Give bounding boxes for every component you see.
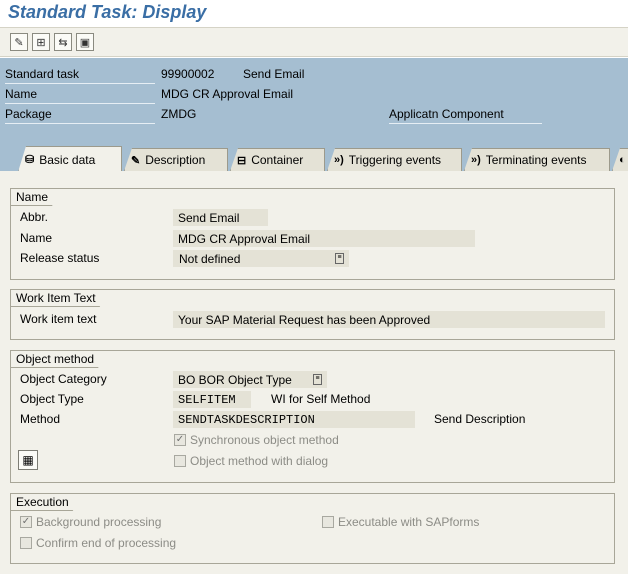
- header-name-value: MDG CR Approval Email: [161, 87, 294, 101]
- transfer-icon[interactable]: ⇆: [54, 33, 72, 51]
- execution-group: Execution ✓ Background processing Execut…: [10, 493, 615, 564]
- release-status-value: Not defined: [179, 252, 241, 266]
- tab-label: Basic data: [39, 152, 96, 167]
- sapforms-label: Executable with SAPforms: [338, 515, 480, 529]
- synchronous-label: Synchronous object method: [190, 433, 339, 447]
- dialog-checkbox[interactable]: Object method with dialog: [174, 453, 328, 469]
- container-icon: ⊟: [237, 154, 247, 167]
- tab-content-basic-data: Name Abbr. Send Email Name MDG CR Approv…: [0, 171, 628, 574]
- tab-terminating-events[interactable]: ») Terminating events: [464, 148, 610, 171]
- dropdown-icon[interactable]: ≡: [335, 253, 344, 264]
- detail-list-icon: ▦: [22, 453, 34, 467]
- release-status-dropdown[interactable]: Not defined ≡: [173, 250, 349, 267]
- page-title: Standard Task: Display: [8, 2, 207, 22]
- abbr-label: Abbr.: [20, 210, 49, 224]
- confirm-end-label: Confirm end of processing: [36, 536, 177, 550]
- edit-pencil-icon[interactable]: ✎: [10, 33, 28, 51]
- empty-checkbox-icon: [322, 516, 334, 528]
- tab-overflow[interactable]: ◐: [612, 148, 628, 171]
- name-group: Name Abbr. Send Email Name MDG CR Approv…: [10, 188, 615, 280]
- app-component-label: Applicatn Component: [389, 106, 542, 124]
- dropdown-icon[interactable]: ≡: [313, 374, 322, 385]
- application-toolbar: ✎ ⊞ ⇆ ▣: [0, 27, 628, 57]
- abbr-field[interactable]: Send Email: [173, 209, 268, 226]
- object-method-group-title: Object method: [11, 351, 108, 368]
- work-item-text-group: Work Item Text Work item text Your SAP M…: [10, 289, 615, 340]
- package-label: Package: [5, 106, 155, 124]
- package-value: ZMDG: [161, 107, 197, 121]
- background-processing-checkbox[interactable]: ✓ Background processing: [20, 514, 161, 530]
- confirm-end-checkbox[interactable]: Confirm end of processing: [20, 535, 176, 551]
- object-type-field[interactable]: SELFITEM: [173, 391, 251, 408]
- work-item-text-label: Work item text: [20, 312, 97, 326]
- tab-basic-data[interactable]: ⛁ Basic data: [18, 146, 122, 172]
- tab-label: Description: [145, 153, 206, 167]
- empty-checkbox-icon: [20, 537, 32, 549]
- description-icon: ✎: [131, 154, 141, 167]
- name-group-title: Name: [11, 189, 62, 206]
- method-label: Method: [20, 412, 61, 426]
- tab-triggering-events[interactable]: ») Triggering events: [327, 148, 462, 171]
- object-category-value: BO BOR Object Type: [178, 373, 292, 387]
- triggering-events-icon: »): [334, 154, 344, 166]
- hierarchy-icon[interactable]: ⊞: [32, 33, 50, 51]
- object-details-button[interactable]: ▦: [18, 450, 38, 470]
- tab-description[interactable]: ✎ Description: [124, 148, 228, 171]
- sapforms-checkbox[interactable]: Executable with SAPforms: [322, 514, 479, 530]
- checkmark-icon: ✓: [174, 434, 186, 446]
- tab-container[interactable]: ⊟ Container: [230, 148, 325, 171]
- object-category-label: Object Category: [20, 372, 107, 386]
- object-method-group: Object method Object Category BO BOR Obj…: [10, 350, 615, 483]
- more-tabs-icon: ◐: [619, 154, 626, 166]
- background-processing-label: Background processing: [36, 515, 162, 529]
- dialog-label: Object method with dialog: [190, 454, 329, 468]
- empty-checkbox-icon: [174, 455, 186, 467]
- tab-label: Container: [251, 153, 304, 167]
- name-label: Name: [20, 231, 53, 245]
- tab-strip: ⛁ Basic data ✎ Description ⊟ Container »…: [0, 141, 628, 172]
- header-name-label: Name: [5, 86, 155, 104]
- name-field[interactable]: MDG CR Approval Email: [173, 230, 475, 247]
- terminating-events-icon: »): [471, 154, 481, 166]
- object-type-label: Object Type: [20, 392, 84, 406]
- checkmark-icon: ✓: [20, 516, 32, 528]
- work-item-text-field[interactable]: Your SAP Material Request has been Appro…: [173, 311, 605, 328]
- method-field[interactable]: SENDTASKDESCRIPTION: [173, 411, 415, 428]
- execution-group-title: Execution: [11, 494, 83, 511]
- basic-data-icon: ⛁: [25, 154, 35, 166]
- method-description: Send Description: [434, 412, 526, 426]
- standard-task-id: 99900002: [161, 67, 215, 81]
- task-header: Standard task 99900002 Send Email Name M…: [0, 58, 628, 141]
- standard-task-name: Send Email: [243, 67, 305, 81]
- document-icon[interactable]: ▣: [76, 33, 94, 51]
- object-type-description: WI for Self Method: [271, 392, 371, 406]
- standard-task-label: Standard task: [5, 66, 155, 84]
- object-category-dropdown[interactable]: BO BOR Object Type ≡: [173, 371, 327, 388]
- work-item-group-title: Work Item Text: [11, 290, 110, 307]
- tab-label: Triggering events: [348, 153, 442, 167]
- tab-label: Terminating events: [485, 153, 587, 167]
- release-status-label: Release status: [20, 251, 100, 265]
- synchronous-checkbox[interactable]: ✓ Synchronous object method: [174, 432, 339, 448]
